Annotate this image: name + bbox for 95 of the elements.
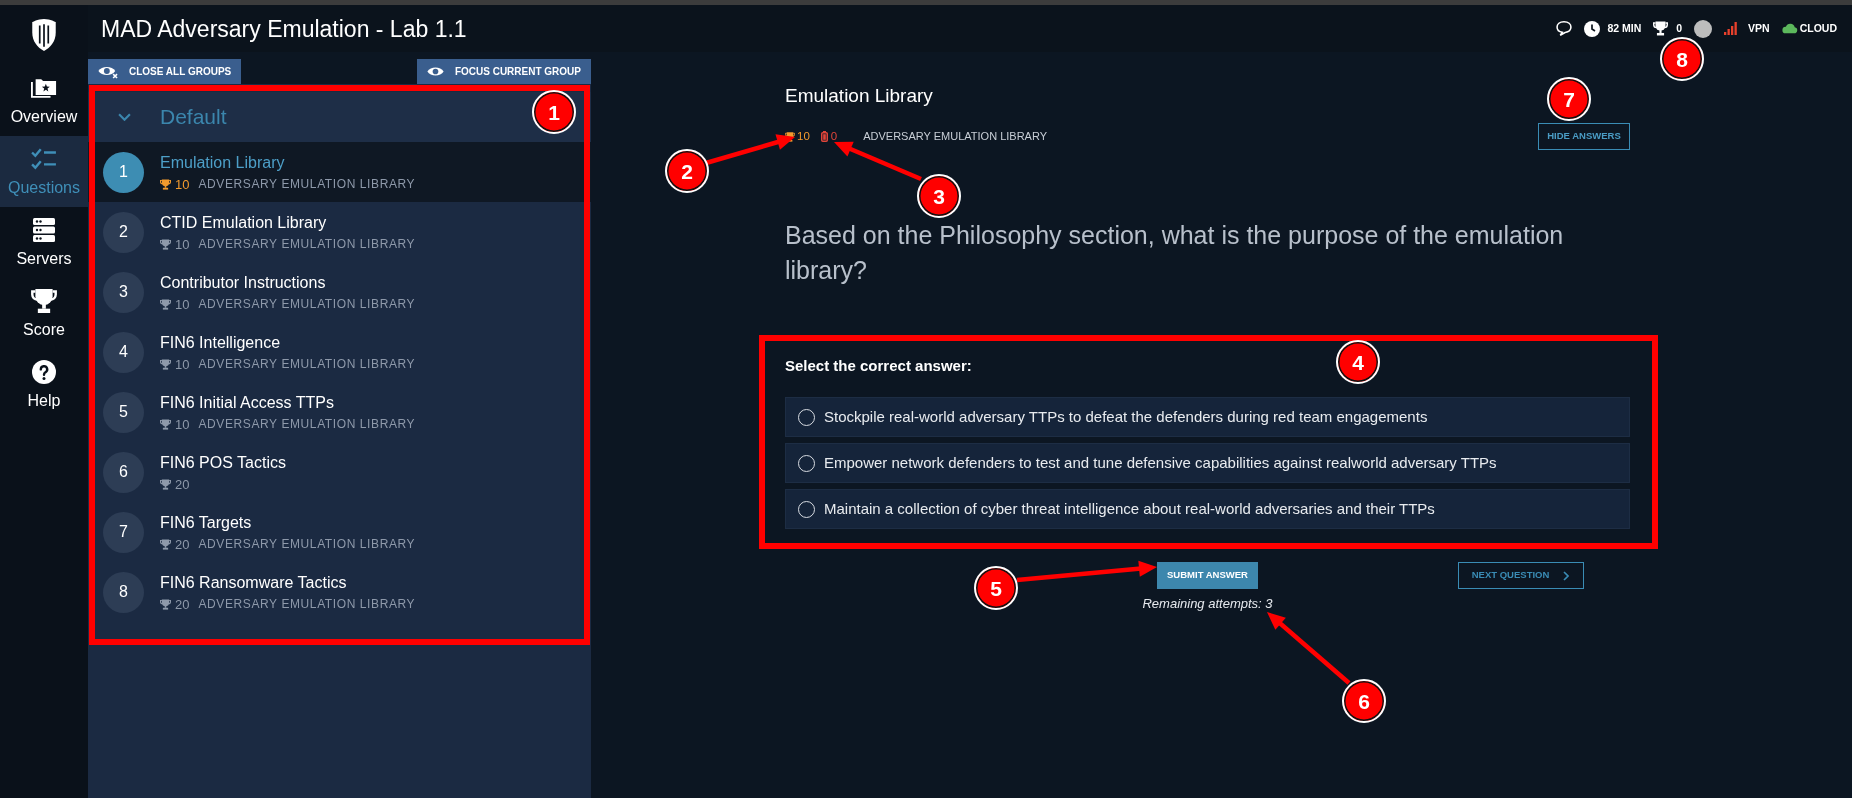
- trophy-icon: [160, 538, 171, 550]
- trophy-icon: [1653, 21, 1669, 36]
- answer-text: Stockpile real-world adversary TTPs to defeat the defenders during red team engagements: [824, 407, 1428, 427]
- count-value: 0: [830, 128, 838, 144]
- trophy-icon: [31, 288, 57, 313]
- answer-option[interactable]: Maintain a collection of cyber threat intelligence about real-world adversaries and their TTPs: [785, 489, 1630, 529]
- answer-option[interactable]: Empower network defenders to test and tune defensive capabilities against realworld adversary TTPs: [785, 443, 1630, 483]
- nav-item[interactable]: Servers: [0, 207, 88, 278]
- avatar-placeholder: [1694, 19, 1713, 38]
- category-label: ADVERSARY EMULATION LIBRARY: [198, 176, 416, 192]
- question-list-item[interactable]: 2 CTID Emulation Library 10 ADVERSARY EMULATION LIBRARY: [88, 202, 591, 262]
- score-value: 0: [1676, 20, 1683, 36]
- answer-text: Empower network defenders to test and tune defensive capabilities against realworld adversary TTPs: [824, 453, 1497, 473]
- question-title: FIN6 Ransomware Tactics: [160, 572, 348, 593]
- chat-icon: [1556, 21, 1573, 36]
- trophy-icon: [160, 298, 171, 310]
- trophy-icon: [160, 598, 171, 610]
- points-value: 10: [175, 356, 190, 372]
- chevron-right-icon: [1563, 570, 1570, 581]
- question-number: 3: [103, 271, 144, 313]
- category-label: ADVERSARY EMULATION LIBRARY: [198, 296, 416, 312]
- eye-hide-icon: [98, 64, 118, 79]
- points-value: 10: [175, 296, 190, 312]
- group-toggle-button[interactable]: CLOSE ALL GROUPS: [88, 59, 242, 84]
- points-value: 10: [175, 236, 190, 252]
- points-value: 10: [797, 128, 810, 144]
- question-list-item[interactable]: 3 Contributor Instructions 10 ADVERSARY EMULATION LIBRARY: [88, 262, 591, 322]
- numbered-callout: 6: [1342, 679, 1386, 723]
- nav-item[interactable]: Overview: [0, 65, 88, 136]
- answer-prompt: Select the correct answer:: [785, 356, 972, 376]
- server-icon: [31, 217, 57, 242]
- help-icon: [31, 359, 57, 384]
- question-title: FIN6 Intelligence: [160, 332, 282, 353]
- question-title: Contributor Instructions: [160, 272, 327, 293]
- category-label: ADVERSARY EMULATION LIBRARY: [198, 236, 416, 252]
- numbered-callout: 3: [917, 174, 961, 218]
- shield-logo: [31, 19, 57, 51]
- nav-item[interactable]: Questions: [0, 136, 88, 207]
- points-value: 20: [175, 536, 190, 552]
- group-toggle-button[interactable]: FOCUS CURRENT GROUP: [416, 59, 591, 84]
- group-title: Default: [160, 104, 227, 130]
- connection-label: VPN: [1748, 20, 1770, 36]
- question-number: 8: [103, 571, 144, 613]
- answer-option[interactable]: Stockpile real-world adversary TTPs to defeat the defenders during red team engagements: [785, 397, 1630, 437]
- question-heading: Emulation Library: [785, 84, 933, 108]
- trophy-icon: [160, 418, 171, 430]
- question-list-item[interactable]: 5 FIN6 Initial Access TTPs 10 ADVERSARY EMULATION LIBRARY: [88, 382, 591, 442]
- window-title: MAD Adversary Emulation - Lab 1.1: [101, 14, 467, 43]
- question-title: FIN6 Initial Access TTPs: [160, 392, 335, 413]
- category-label: ADVERSARY EMULATION LIBRARY: [198, 416, 416, 432]
- next-question-button[interactable]: NEXT QUESTION: [1457, 562, 1584, 589]
- numbered-callout: 5: [974, 566, 1018, 610]
- question-list-item[interactable]: 1 Emulation Library 10 ADVERSARY EMULATION LIBRARY: [88, 142, 591, 202]
- points-value: 20: [175, 476, 190, 492]
- question-list-item[interactable]: 4 FIN6 Intelligence 10 ADVERSARY EMULATION LIBRARY: [88, 322, 591, 382]
- connection-label: CLOUD: [1799, 20, 1837, 36]
- battery-icon: [820, 131, 828, 142]
- points-value: 10: [175, 416, 190, 432]
- question-list-item[interactable]: 7 FIN6 Targets 20 ADVERSARY EMULATION LIBRARY: [88, 502, 591, 562]
- remaining-attempts: Remaining attempts: 3: [1142, 596, 1273, 612]
- numbered-callout: 4: [1336, 340, 1380, 384]
- question-number: 7: [103, 511, 144, 553]
- hide-answers-button[interactable]: HIDE ANSWERS: [1538, 123, 1630, 150]
- question-title: FIN6 POS Tactics: [160, 452, 286, 473]
- trophy-icon: [160, 238, 171, 250]
- question-text: Based on the Philosophy section, what is the purpose of the emulation library?: [785, 220, 1565, 286]
- category-label: ADVERSARY EMULATION LIBRARY: [198, 596, 416, 612]
- points-value: 20: [175, 596, 190, 612]
- question-number: 5: [103, 391, 144, 433]
- question-title: Emulation Library: [160, 152, 286, 173]
- category-label: ADVERSARY EMULATION LIBRARY: [863, 129, 1047, 145]
- question-title: CTID Emulation Library: [160, 212, 328, 233]
- trophy-icon: [160, 178, 171, 190]
- trophy-icon: [160, 478, 171, 490]
- nav-item[interactable]: Score: [0, 278, 88, 349]
- category-label: ADVERSARY EMULATION LIBRARY: [198, 536, 416, 552]
- nav-item[interactable]: Help: [0, 349, 88, 420]
- question-number: 1: [103, 151, 144, 193]
- question-list-item[interactable]: 6 FIN6 POS Tactics 20: [88, 442, 591, 502]
- checklist-icon: [31, 146, 57, 171]
- trophy-icon: [160, 358, 171, 370]
- eye-icon: [426, 66, 444, 77]
- points-value: 10: [175, 176, 190, 192]
- time-remaining: 82 MIN: [1607, 20, 1642, 36]
- answer-text: Maintain a collection of cyber threat intelligence about real-world adversaries and their TTPs: [824, 499, 1435, 519]
- question-number: 4: [103, 331, 144, 373]
- question-number: 6: [103, 451, 144, 493]
- numbered-callout: 2: [665, 149, 709, 193]
- question-list-item[interactable]: 8 FIN6 Ransomware Tactics 20 ADVERSARY EMULATION LIBRARY: [88, 562, 591, 622]
- numbered-callout: 7: [1547, 77, 1591, 121]
- question-title: FIN6 Targets: [160, 512, 253, 533]
- category-label: ADVERSARY EMULATION LIBRARY: [198, 356, 416, 372]
- question-number: 2: [103, 211, 144, 253]
- submit-answer-button[interactable]: SUBMIT ANSWER: [1157, 562, 1258, 589]
- clock-icon: [1584, 20, 1601, 37]
